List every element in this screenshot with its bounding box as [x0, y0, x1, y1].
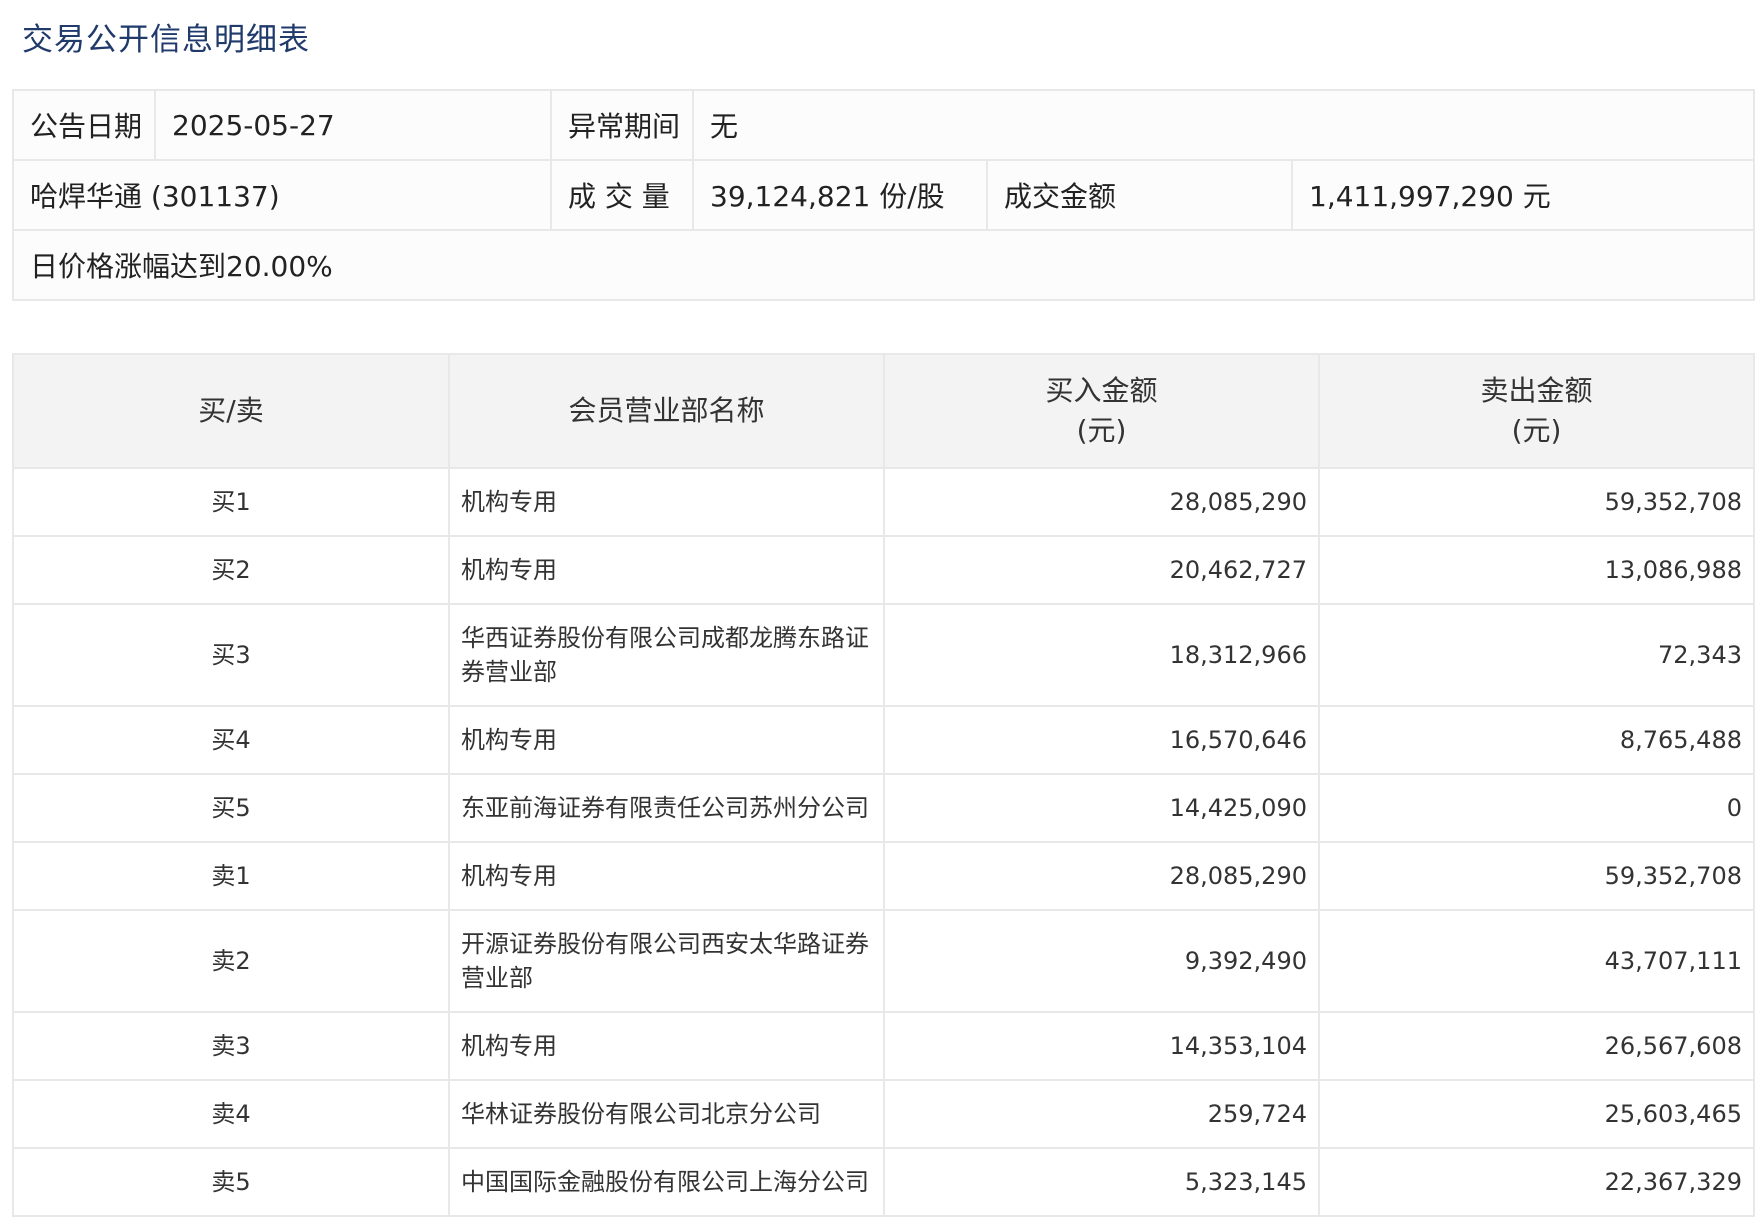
- row-side: 卖1: [12, 841, 450, 911]
- row-branch: 机构专用: [448, 841, 885, 911]
- header-buy-amount-label: 买入金额: [1045, 374, 1158, 407]
- row-side: 买3: [12, 603, 450, 707]
- row-side: 买1: [12, 467, 450, 537]
- info-row-trade: 哈焊华通 (301137) 成 交 量 39,124,821 份/股 成交金额 …: [12, 159, 1755, 231]
- row-sell-amount: 0: [1318, 773, 1755, 843]
- row-sell-amount: 25,603,465: [1318, 1079, 1755, 1149]
- table-row: 买5 东亚前海证券有限责任公司苏州分公司 14,425,090 0: [12, 773, 1755, 843]
- table-row: 卖5 中国国际金融股份有限公司上海分公司 5,323,145 22,367,32…: [12, 1147, 1755, 1217]
- header-side: 买/卖: [12, 353, 450, 469]
- header-buy-amount-unit: (元): [1076, 414, 1127, 447]
- row-buy-amount: 16,570,646: [883, 705, 1320, 775]
- row-sell-amount: 8,765,488: [1318, 705, 1755, 775]
- row-side: 买5: [12, 773, 450, 843]
- row-buy-amount: 20,462,727: [883, 535, 1320, 605]
- detail-header-row: 买/卖 会员营业部名称 买入金额 (元) 卖出金额 (元): [12, 353, 1755, 469]
- row-side: 买4: [12, 705, 450, 775]
- info-row-reason: 日价格涨幅达到20.00%: [12, 229, 1755, 301]
- header-sell-amount-label: 卖出金额: [1480, 374, 1593, 407]
- volume-label: 成 交 量: [550, 159, 694, 231]
- row-buy-amount: 5,323,145: [883, 1147, 1320, 1217]
- stock-name: 哈焊华通 (301137): [12, 159, 552, 231]
- row-branch: 机构专用: [448, 467, 885, 537]
- row-branch: 东亚前海证券有限责任公司苏州分公司: [448, 773, 885, 843]
- row-buy-amount: 9,392,490: [883, 909, 1320, 1013]
- row-side: 卖3: [12, 1011, 450, 1081]
- page: 交易公开信息明细表 公告日期 2025-05-27 异常期间 无 哈焊华通 (3…: [0, 0, 1764, 1230]
- row-sell-amount: 59,352,708: [1318, 467, 1755, 537]
- header-buy-amount: 买入金额 (元): [883, 353, 1320, 469]
- row-branch: 机构专用: [448, 1011, 885, 1081]
- table-row: 买1 机构专用 28,085,290 59,352,708: [12, 467, 1755, 537]
- row-sell-amount: 13,086,988: [1318, 535, 1755, 605]
- volume-value: 39,124,821 份/股: [692, 159, 988, 231]
- row-buy-amount: 14,353,104: [883, 1011, 1320, 1081]
- row-side: 买2: [12, 535, 450, 605]
- row-branch: 华西证券股份有限公司成都龙腾东路证券营业部: [448, 603, 885, 707]
- row-branch: 机构专用: [448, 705, 885, 775]
- row-side: 卖2: [12, 909, 450, 1013]
- row-sell-amount: 22,367,329: [1318, 1147, 1755, 1217]
- row-side: 卖4: [12, 1079, 450, 1149]
- header-branch: 会员营业部名称: [448, 353, 885, 469]
- row-buy-amount: 14,425,090: [883, 773, 1320, 843]
- reason-text: 日价格涨幅达到20.00%: [12, 229, 1755, 301]
- row-branch: 中国国际金融股份有限公司上海分公司: [448, 1147, 885, 1217]
- table-row: 买4 机构专用 16,570,646 8,765,488: [12, 705, 1755, 775]
- abnormal-period-label: 异常期间: [550, 89, 694, 161]
- info-row-date: 公告日期 2025-05-27 异常期间 无: [12, 89, 1755, 161]
- row-buy-amount: 28,085,290: [883, 841, 1320, 911]
- row-sell-amount: 59,352,708: [1318, 841, 1755, 911]
- row-branch: 华林证券股份有限公司北京分公司: [448, 1079, 885, 1149]
- table-row: 卖3 机构专用 14,353,104 26,567,608: [12, 1011, 1755, 1081]
- turnover-value: 1,411,997,290 元: [1291, 159, 1755, 231]
- header-sell-amount: 卖出金额 (元): [1318, 353, 1755, 469]
- turnover-label: 成交金额: [986, 159, 1293, 231]
- table-row: 买3 华西证券股份有限公司成都龙腾东路证券营业部 18,312,966 72,3…: [12, 603, 1755, 707]
- row-buy-amount: 18,312,966: [883, 603, 1320, 707]
- row-sell-amount: 72,343: [1318, 603, 1755, 707]
- info-table: 公告日期 2025-05-27 异常期间 无 哈焊华通 (301137) 成 交…: [12, 89, 1755, 301]
- page-title: 交易公开信息明细表: [22, 22, 310, 58]
- announce-date-value: 2025-05-27: [154, 89, 552, 161]
- detail-table: 买/卖 会员营业部名称 买入金额 (元) 卖出金额 (元) 买1 机构专用 28…: [12, 353, 1755, 1217]
- table-row: 卖2 开源证券股份有限公司西安太华路证券营业部 9,392,490 43,707…: [12, 909, 1755, 1013]
- row-buy-amount: 259,724: [883, 1079, 1320, 1149]
- table-row: 卖4 华林证券股份有限公司北京分公司 259,724 25,603,465: [12, 1079, 1755, 1149]
- row-branch: 机构专用: [448, 535, 885, 605]
- abnormal-period-value: 无: [692, 89, 1755, 161]
- table-row: 卖1 机构专用 28,085,290 59,352,708: [12, 841, 1755, 911]
- row-buy-amount: 28,085,290: [883, 467, 1320, 537]
- row-sell-amount: 43,707,111: [1318, 909, 1755, 1013]
- row-branch: 开源证券股份有限公司西安太华路证券营业部: [448, 909, 885, 1013]
- announce-date-label: 公告日期: [12, 89, 156, 161]
- row-side: 卖5: [12, 1147, 450, 1217]
- header-sell-amount-unit: (元): [1511, 414, 1562, 447]
- row-sell-amount: 26,567,608: [1318, 1011, 1755, 1081]
- table-row: 买2 机构专用 20,462,727 13,086,988: [12, 535, 1755, 605]
